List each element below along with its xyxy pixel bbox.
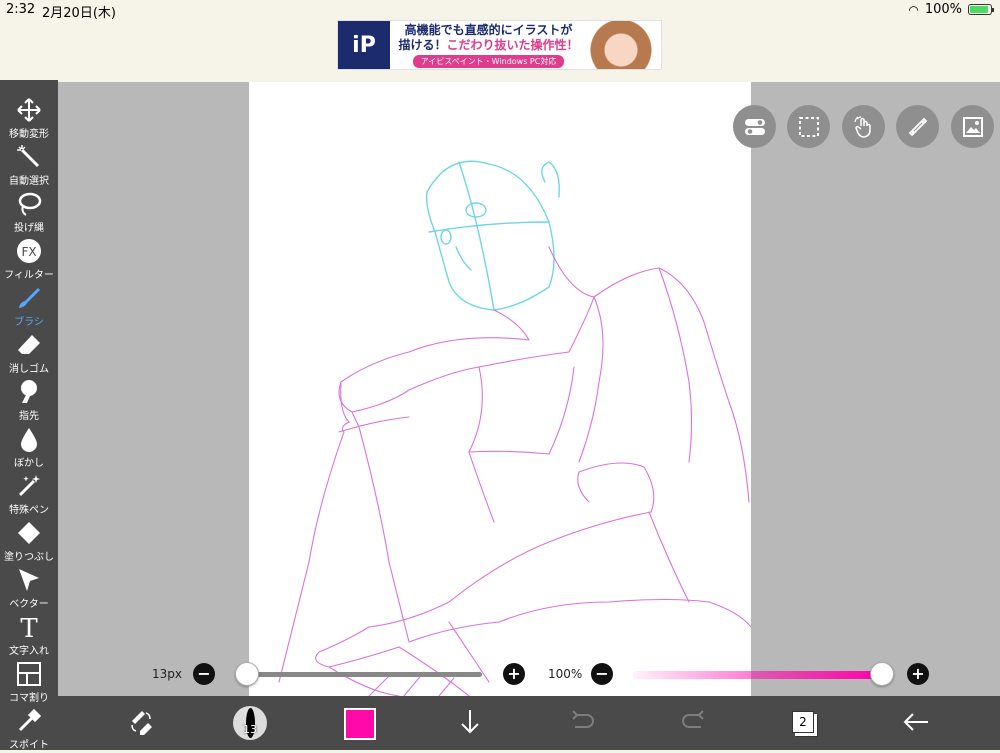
color-swatch-button[interactable] xyxy=(344,708,376,740)
eraser-icon xyxy=(18,335,40,354)
layers-button[interactable]: 2 xyxy=(792,711,814,733)
ruler-button[interactable] xyxy=(896,105,939,148)
tool-filter[interactable]: FX フィルター xyxy=(0,236,58,283)
tool-frame-divider[interactable]: コマ割り xyxy=(0,659,58,706)
image-icon xyxy=(962,116,983,137)
arrow-left-icon xyxy=(903,713,928,731)
brush-size-badge: 13 xyxy=(243,723,257,736)
ruler-icon xyxy=(908,117,927,136)
redo-icon xyxy=(682,710,704,728)
dashed-select-icon xyxy=(798,116,819,137)
tool-eraser[interactable]: 消しゴム xyxy=(0,330,58,377)
back-button[interactable] xyxy=(896,702,936,742)
ad-line-3: アイビスペイント・Windows PC対応 xyxy=(412,54,565,68)
selection-button[interactable] xyxy=(787,105,830,148)
wifi-icon: ◠ xyxy=(908,2,919,17)
finger-icon xyxy=(21,380,37,403)
tool-fill[interactable]: 塗りつぶし xyxy=(0,518,58,565)
brush-preview-button[interactable]: 13 xyxy=(233,706,267,740)
status-bar: 2:32 2月20日(木) ◠ 100% xyxy=(0,0,1000,21)
magic-wand-icon xyxy=(17,145,40,168)
brush-size-slider-thumb[interactable] xyxy=(235,662,259,686)
opacity-slider[interactable] xyxy=(633,671,883,679)
svg-text:FX: FX xyxy=(21,245,36,259)
battery-icon xyxy=(968,4,994,15)
tool-blur[interactable]: ぼかし xyxy=(0,424,58,471)
tool-sidebar: 移動変形 自動選択 投げ縄 FX フィルター ブラシ 消しゴム 指先 ぼかし 特… xyxy=(0,95,58,753)
toggle-menu-button[interactable] xyxy=(733,105,776,148)
image-material-button[interactable] xyxy=(951,105,994,148)
opacity-decrease-button[interactable]: − xyxy=(591,663,613,685)
gesture-button[interactable] xyxy=(842,105,885,148)
arrow-down-icon xyxy=(461,710,479,734)
tool-auto-select[interactable]: 自動選択 xyxy=(0,142,58,189)
undo-icon xyxy=(572,710,594,728)
tool-smudge[interactable]: 指先 xyxy=(0,377,58,424)
opacity-label: 100% xyxy=(548,667,583,681)
tool-brush[interactable]: ブラシ xyxy=(0,283,58,330)
ibis-logo: iP xyxy=(338,21,390,69)
move-icon xyxy=(17,98,41,122)
svg-text:T: T xyxy=(20,614,38,640)
brush-size-label: 13px xyxy=(152,667,182,681)
brush-size-decrease-button[interactable]: − xyxy=(193,663,215,685)
special-pen-icon xyxy=(18,475,40,497)
fx-icon: FX xyxy=(17,239,41,263)
status-time: 2:32 xyxy=(6,2,36,17)
ad-character-image xyxy=(581,21,661,69)
frame-icon xyxy=(17,662,41,686)
sketch-drawing xyxy=(278,160,751,696)
text-icon: T xyxy=(20,614,38,640)
bottom-toolbar xyxy=(58,696,1000,750)
toggle-switches-icon xyxy=(744,118,765,135)
opacity-slider-thumb[interactable] xyxy=(870,662,894,686)
body-sketch xyxy=(278,246,751,696)
ad-banner[interactable]: iP 高機能でも直感的にイラストが 描ける！こだわり抜いた操作性！ アイビスペイ… xyxy=(337,20,662,70)
undo-button[interactable] xyxy=(562,702,602,742)
redo-button[interactable] xyxy=(674,702,714,742)
ad-line-1: 高機能でも直感的にイラストが xyxy=(404,22,573,37)
opacity-increase-button[interactable]: + xyxy=(907,663,929,685)
fill-icon xyxy=(18,522,40,544)
brush-eraser-swap-icon xyxy=(131,711,152,735)
layer-down-button[interactable] xyxy=(450,702,490,742)
blur-icon xyxy=(21,428,37,452)
tool-text[interactable]: T 文字入れ xyxy=(0,612,58,659)
lasso-icon xyxy=(18,192,42,216)
ad-line-2: 描ける！こだわり抜いた操作性！ xyxy=(398,37,579,52)
drawing-canvas[interactable] xyxy=(249,82,751,696)
tool-lasso[interactable]: 投げ縄 xyxy=(0,189,58,236)
battery-percent: 100% xyxy=(924,2,962,17)
brush-icon xyxy=(19,288,40,308)
tool-vector[interactable]: ベクター xyxy=(0,565,58,612)
head-sketch xyxy=(425,160,560,311)
brush-size-increase-button[interactable]: + xyxy=(503,663,525,685)
tool-eyedropper[interactable]: スポイト xyxy=(0,706,58,753)
brush-size-slider[interactable] xyxy=(246,672,482,677)
eyedropper-icon xyxy=(18,708,42,732)
tool-special-pen[interactable]: 特殊ペン xyxy=(0,471,58,518)
tool-move[interactable]: 移動変形 xyxy=(0,95,58,142)
vector-icon xyxy=(19,569,39,591)
swap-tool-button[interactable] xyxy=(121,702,161,742)
status-date: 2月20日(木) xyxy=(42,6,116,21)
hand-touch-icon xyxy=(853,115,871,138)
